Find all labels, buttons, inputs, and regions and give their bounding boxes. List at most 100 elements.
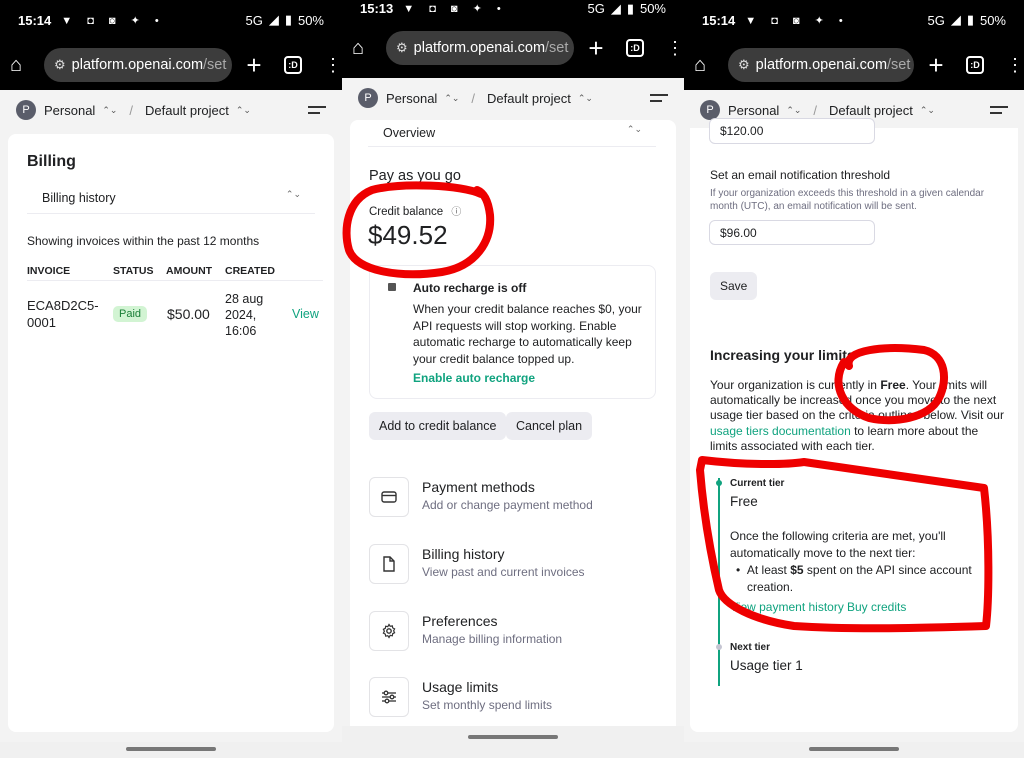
network-label: 5G [587,1,605,16]
new-tab-icon[interactable]: + [924,52,948,78]
signal-icon: ◢ [610,0,621,16]
table-row: ECA8D2C5- 0001 Paid $50.00 28 aug 2024, … [27,292,323,357]
buy-credits-link[interactable]: Buy credits [847,600,906,614]
view-payment-history-link[interactable]: View payment history [730,600,844,614]
status-bar: 15:14 ▼ ◘ ◙ ✦ • 5G ◢ ▮ 50% [684,0,1024,40]
site-settings-icon[interactable]: ⚙ [396,40,408,56]
avatar[interactable]: P [16,100,36,120]
column-header: AMOUNT [166,265,213,277]
column-header: STATUS [113,265,154,277]
org-selector[interactable]: Personal [728,103,779,118]
tab-switcher-button[interactable]: :D [284,56,302,74]
status-badge: Paid [113,306,148,322]
new-tab-icon[interactable]: + [242,52,266,78]
status-time: 15:14 [702,12,736,28]
email-threshold-description: If your organization exceeds this thresh… [710,188,985,212]
battery-level: 50% [639,1,666,16]
home-icon[interactable]: ⌂ [10,55,30,75]
chevron-updown-icon: ⌃⌄ [919,104,935,115]
tab-switcher-button[interactable]: :D [966,56,984,74]
billing-section-select[interactable]: Billing history ⌃⌄ [27,182,315,214]
invoice-created: 28 aug 2024, 16:06 [225,292,264,338]
address-bar[interactable]: ⚙ platform.openai.com/set [44,48,232,82]
signal-icon: ◢ [268,12,279,27]
status-square-icon [388,283,396,291]
save-button[interactable]: Save [710,272,758,300]
partial-limit-input[interactable]: $120.00 [709,118,875,144]
email-threshold-input[interactable]: $96.00 [709,220,875,245]
limits-card: $120.00 Set an email notification thresh… [690,118,1018,732]
more-menu-icon[interactable]: ⋮ [324,56,342,74]
more-menu-icon[interactable]: ⋮ [666,39,684,57]
project-selector[interactable]: Default project [487,91,571,106]
project-selector[interactable]: Default project [829,103,913,118]
org-selector[interactable]: Personal [386,91,437,106]
site-settings-icon[interactable]: ⚙ [54,57,66,73]
enable-auto-recharge-link[interactable]: Enable auto recharge [413,371,535,385]
url-path: /set [887,57,911,73]
address-bar[interactable]: ⚙ platform.openai.com/set [728,48,914,82]
network-label: 5G [927,12,945,28]
battery-icon: ▮ [626,0,634,16]
home-icon[interactable]: ⌂ [352,38,372,58]
url-path: /set [545,39,569,56]
notification-icons: ▼ ◘ ◙ ✦ • [403,3,507,15]
nav-subtitle: Manage billing information [422,632,563,646]
status-time: 15:14 [18,12,52,28]
address-bar[interactable]: ⚙ platform.openai.com/set [386,30,574,65]
project-nav: P Personal ⌃⌄ / Default project ⌃⌄ [0,90,342,130]
info-icon[interactable]: ⓘ [451,207,461,218]
battery-level: 50% [979,12,1006,28]
url-host: platform.openai.com [413,39,546,56]
phone-screen-overview: 15:13 ▼ ◘ ◙ ✦ • 5G ◢ ▮ 50% ⌂ ⚙ platform.… [342,0,684,758]
new-tab-icon[interactable]: + [584,35,608,61]
battery-icon: ▮ [284,12,292,27]
divider [27,280,323,281]
gesture-bar [684,742,1024,758]
invoice-id: ECA8D2C5- 0001 [27,298,99,330]
browser-toolbar: ⌂ ⚙ platform.openai.com/set + :D ⋮ [0,40,342,90]
select-value: Overview [383,126,436,140]
hamburger-menu-icon[interactable] [990,102,1008,118]
view-invoice-link[interactable]: View [292,307,319,321]
usage-tiers-docs-link[interactable]: usage tiers documentation [710,424,851,438]
project-nav: P Personal ⌃⌄ / Default project ⌃⌄ [342,78,684,118]
invoice-note: Showing invoices within the past 12 mont… [27,234,260,248]
cancel-plan-button[interactable]: Cancel plan [506,412,593,440]
battery-icon: ▮ [966,12,974,27]
chevron-updown-icon: ⌃⌄ [285,189,301,199]
current-tier-label: Current tier [730,478,785,489]
section-title: Pay as you go [369,168,461,184]
billing-nav-preferences[interactable]: Preferences Manage billing information [369,611,676,671]
billing-section-select[interactable]: Overview ⌃⌄ [368,120,656,147]
notification-icons: ▼ ◘ ◙ ✦ • [61,14,165,27]
avatar[interactable]: P [700,100,720,120]
home-icon[interactable]: ⌂ [694,55,714,75]
add-credit-button[interactable]: Add to credit balance [369,412,507,440]
auto-recharge-box: Auto recharge is off When your credit ba… [369,265,656,399]
status-time: 15:13 [360,1,394,16]
org-selector[interactable]: Personal [44,103,95,118]
nav-title: Usage limits [422,679,499,695]
increasing-limits-title: Increasing your limits [710,347,855,363]
site-settings-icon[interactable]: ⚙ [738,57,750,73]
more-menu-icon[interactable]: ⋮ [1006,56,1024,74]
billing-nav-payment-methods[interactable]: Payment methods Add or change payment me… [369,477,676,537]
nav-title: Billing history [422,546,505,562]
column-header: INVOICE [27,265,71,277]
breadcrumb-separator: / [471,90,476,106]
avatar[interactable]: P [358,88,378,108]
browser-toolbar: ⌂ ⚙ platform.openai.com/set + :D ⋮ [684,40,1024,90]
tab-switcher-button[interactable]: :D [626,38,644,57]
hamburger-menu-icon[interactable] [650,90,668,106]
page-title: Billing [27,153,76,170]
current-tier-dot [716,480,722,486]
hamburger-menu-icon[interactable] [308,102,326,118]
chevron-updown-icon: ⌃⌄ [102,104,118,115]
overview-card: Overview ⌃⌄ Pay as you go Credit balance… [350,120,676,732]
billing-nav-billing-history[interactable]: Billing history View past and current in… [369,544,676,604]
chevron-updown-icon: ⌃⌄ [444,92,460,103]
gear-icon [369,611,409,651]
project-selector[interactable]: Default project [145,103,229,118]
network-label: 5G [245,12,263,28]
